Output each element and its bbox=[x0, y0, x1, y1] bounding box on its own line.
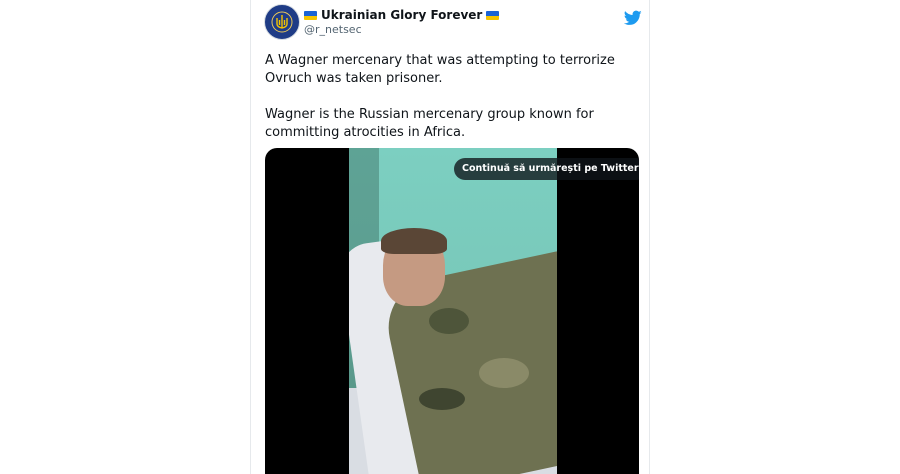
trident-emblem-icon bbox=[271, 11, 293, 33]
author-names: Ukrainian Glory Forever @r_netsec bbox=[304, 8, 500, 37]
ukraine-flag-icon bbox=[486, 11, 500, 20]
ukraine-flag-icon bbox=[304, 11, 317, 20]
continue-watching-button[interactable]: Continuă să urmărești pe Twitter bbox=[454, 158, 639, 180]
video-frame[interactable] bbox=[349, 148, 557, 474]
user-handle[interactable]: @r_netsec bbox=[304, 23, 499, 37]
tweet-text: A Wagner mercenary that was attempting t… bbox=[265, 52, 637, 160]
display-name-row[interactable]: Ukrainian Glory Forever bbox=[304, 8, 500, 23]
tweet-paragraph-2: Wagner is the Russian mercenary group kn… bbox=[265, 107, 594, 140]
tweet-paragraph-1: A Wagner mercenary that was attempting t… bbox=[265, 53, 615, 86]
twitter-bird-icon[interactable] bbox=[624, 10, 642, 26]
video-player[interactable]: Continuă să urmărești pe Twitter bbox=[265, 148, 639, 474]
display-name[interactable]: Ukrainian Glory Forever bbox=[321, 8, 482, 23]
avatar[interactable] bbox=[264, 4, 300, 40]
tweet-header: Ukrainian Glory Forever @r_netsec bbox=[264, 4, 644, 44]
